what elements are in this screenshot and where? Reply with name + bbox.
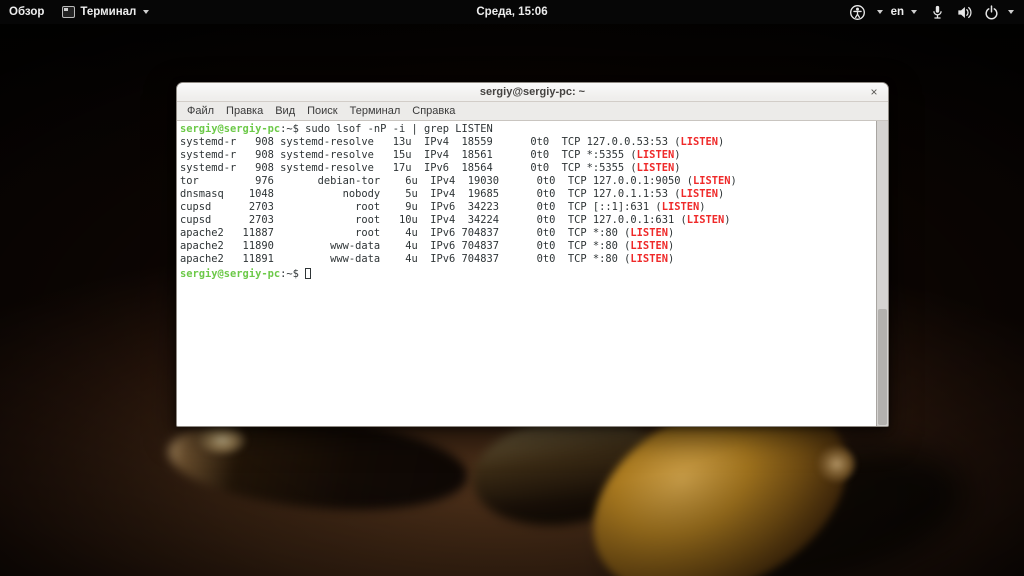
terminal-line: cupsd 2703 root 10u IPv4 34224 0t0 TCP 1… bbox=[180, 214, 872, 227]
terminal-text-segment: LISTEN bbox=[637, 162, 675, 174]
terminal-text-segment: LISTEN bbox=[630, 240, 668, 252]
terminal-app-icon bbox=[62, 6, 75, 18]
terminal-text-segment: LISTEN bbox=[693, 175, 731, 187]
chevron-down-icon bbox=[143, 10, 149, 14]
speaker-volume-icon bbox=[956, 4, 973, 21]
terminal-window: sergiy@sergiy-pc: ~ × ФайлПравкаВидПоиск… bbox=[176, 82, 889, 427]
menu-item-4[interactable]: Терминал bbox=[344, 105, 407, 117]
terminal-text-segment: :~$ sudo lsof -nP -i | grep LISTEN bbox=[280, 123, 493, 135]
terminal-text-segment: ) bbox=[668, 240, 674, 252]
terminal-line: tor 976 debian-tor 6u IPv4 19030 0t0 TCP… bbox=[180, 175, 872, 188]
chevron-down-icon bbox=[877, 10, 883, 14]
terminal-text-segment: :~$ bbox=[280, 268, 305, 280]
terminal-text-segment: systemd-r 908 systemd-resolve 13u IPv4 1… bbox=[180, 136, 680, 148]
terminal-text-segment: ) bbox=[668, 227, 674, 239]
gnome-top-bar: Обзор Терминал Среда, 15:06 en bbox=[0, 0, 1024, 24]
terminal-text-segment: ) bbox=[718, 188, 724, 200]
terminal-cursor bbox=[305, 268, 311, 279]
menu-item-3[interactable]: Поиск bbox=[301, 105, 343, 117]
terminal-text-segment: apache2 11887 root 4u IPv6 704837 0t0 TC… bbox=[180, 227, 630, 239]
terminal-text-segment: sergiy@sergiy-pc bbox=[180, 268, 280, 280]
terminal-text-segment: apache2 11891 www-data 4u IPv6 704837 0t… bbox=[180, 253, 630, 265]
terminal-line: sergiy@sergiy-pc:~$ sudo lsof -nP -i | g… bbox=[180, 123, 872, 136]
terminal-text-segment: sergiy@sergiy-pc bbox=[180, 123, 280, 135]
terminal-line: systemd-r 908 systemd-resolve 13u IPv4 1… bbox=[180, 136, 872, 149]
clock-button[interactable]: Среда, 15:06 bbox=[476, 6, 547, 18]
terminal-text-segment: cupsd 2703 root 9u IPv6 34223 0t0 TCP [:… bbox=[180, 201, 662, 213]
terminal-line: dnsmasq 1048 nobody 5u IPv4 19685 0t0 TC… bbox=[180, 188, 872, 201]
terminal-text-segment: LISTEN bbox=[630, 253, 668, 265]
terminal-text-segment: ) bbox=[724, 214, 730, 226]
terminal-text-segment: tor 976 debian-tor 6u IPv4 19030 0t0 TCP… bbox=[180, 175, 693, 187]
app-menu-button[interactable]: Терминал bbox=[53, 0, 158, 24]
accessibility-icon bbox=[849, 4, 866, 21]
terminal-text-segment: ) bbox=[718, 136, 724, 148]
terminal-text-segment: LISTEN bbox=[637, 149, 675, 161]
top-bar-right: en bbox=[841, 0, 1024, 24]
terminal-text-segment: systemd-r 908 systemd-resolve 15u IPv4 1… bbox=[180, 149, 637, 161]
terminal-text-segment: ) bbox=[699, 201, 705, 213]
terminal-text-segment: apache2 11890 www-data 4u IPv6 704837 0t… bbox=[180, 240, 630, 252]
keyboard-layout-label: en bbox=[891, 6, 904, 18]
terminal-text-segment: ) bbox=[731, 175, 737, 187]
terminal-text-segment: ) bbox=[668, 253, 674, 265]
terminal-line: cupsd 2703 root 9u IPv6 34223 0t0 TCP [:… bbox=[180, 201, 872, 214]
menu-item-1[interactable]: Правка bbox=[220, 105, 269, 117]
terminal-scrollbar[interactable] bbox=[876, 121, 888, 426]
top-bar-left: Обзор Терминал bbox=[0, 0, 158, 24]
menu-item-5[interactable]: Справка bbox=[406, 105, 461, 117]
accessibility-menu-button[interactable] bbox=[841, 0, 887, 24]
menu-item-2[interactable]: Вид bbox=[269, 105, 301, 117]
terminal-text-segment: LISTEN bbox=[680, 136, 718, 148]
terminal-output: sergiy@sergiy-pc:~$ sudo lsof -nP -i | g… bbox=[180, 123, 872, 281]
terminal-line: sergiy@sergiy-pc:~$ bbox=[180, 266, 872, 281]
terminal-text-segment: LISTEN bbox=[630, 227, 668, 239]
terminal-text-segment: ) bbox=[674, 149, 680, 161]
terminal-text-segment: LISTEN bbox=[687, 214, 725, 226]
app-menu-label: Терминал bbox=[80, 6, 136, 18]
terminal-line: systemd-r 908 systemd-resolve 17u IPv6 1… bbox=[180, 162, 872, 175]
power-icon bbox=[983, 4, 1000, 21]
scrollbar-thumb[interactable] bbox=[878, 309, 887, 425]
terminal-line: apache2 11891 www-data 4u IPv6 704837 0t… bbox=[180, 253, 872, 266]
chevron-down-icon bbox=[1008, 10, 1014, 14]
terminal-text-segment: systemd-r 908 systemd-resolve 17u IPv6 1… bbox=[180, 162, 637, 174]
keyboard-layout-button[interactable]: en bbox=[887, 0, 921, 24]
terminal-text-segment: LISTEN bbox=[662, 201, 700, 213]
system-menu-button[interactable] bbox=[921, 0, 1018, 24]
terminal-text-segment: cupsd 2703 root 10u IPv4 34224 0t0 TCP 1… bbox=[180, 214, 687, 226]
terminal-text-segment: dnsmasq 1048 nobody 5u IPv4 19685 0t0 TC… bbox=[180, 188, 680, 200]
window-title: sergiy@sergiy-pc: ~ bbox=[480, 86, 585, 98]
activities-button[interactable]: Обзор bbox=[0, 0, 53, 24]
window-titlebar[interactable]: sergiy@sergiy-pc: ~ × bbox=[177, 83, 888, 102]
menu-item-0[interactable]: Файл bbox=[181, 105, 220, 117]
chevron-down-icon bbox=[911, 10, 917, 14]
terminal-menubar: ФайлПравкаВидПоискТерминалСправка bbox=[177, 102, 888, 121]
terminal-line: apache2 11887 root 4u IPv6 704837 0t0 TC… bbox=[180, 227, 872, 240]
close-icon[interactable]: × bbox=[867, 84, 881, 100]
microphone-icon bbox=[929, 4, 946, 21]
terminal-body[interactable]: sergiy@sergiy-pc:~$ sudo lsof -nP -i | g… bbox=[177, 121, 888, 426]
terminal-line: apache2 11890 www-data 4u IPv6 704837 0t… bbox=[180, 240, 872, 253]
activities-label: Обзор bbox=[9, 6, 44, 18]
terminal-text-segment: LISTEN bbox=[680, 188, 718, 200]
terminal-text-segment: ) bbox=[674, 162, 680, 174]
terminal-line: systemd-r 908 systemd-resolve 15u IPv4 1… bbox=[180, 149, 872, 162]
